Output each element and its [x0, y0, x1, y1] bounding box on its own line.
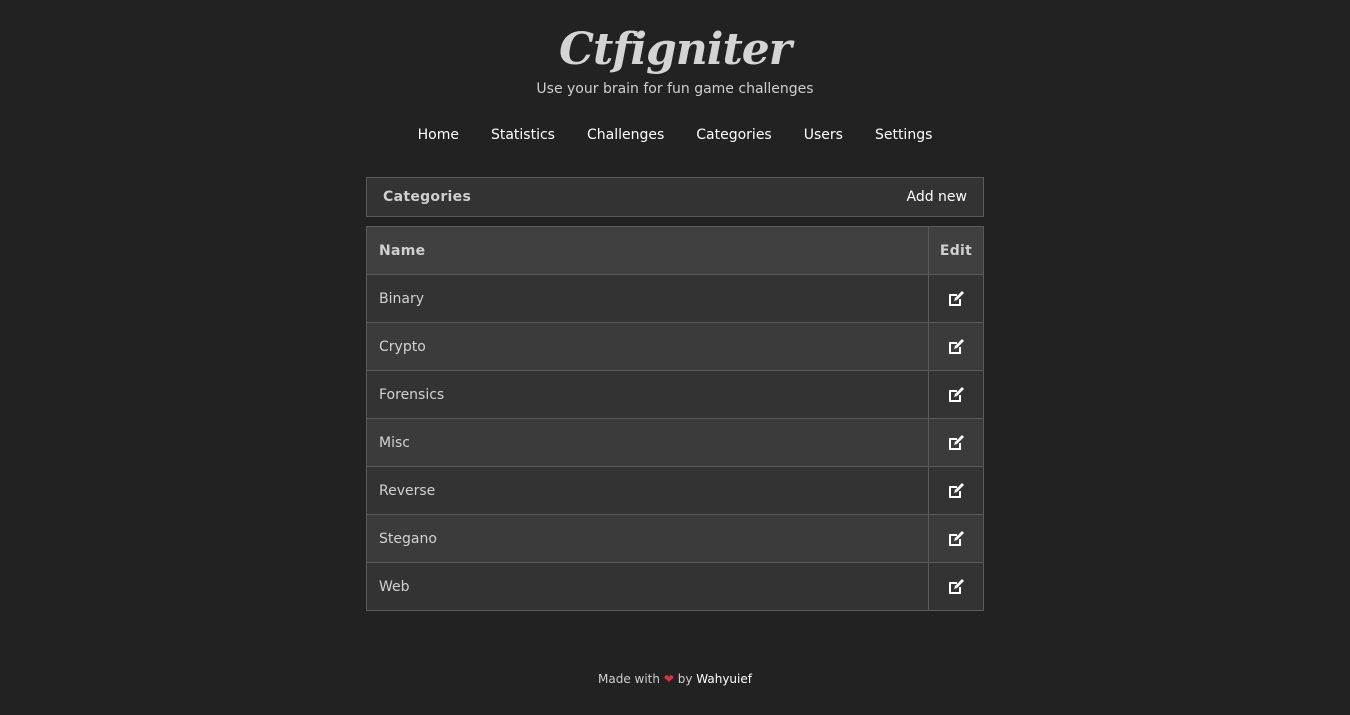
edit-cell — [928, 274, 984, 323]
main-content: Categories Add new Name Edit Binary Cryp… — [366, 177, 984, 611]
nav-item-statistics[interactable]: Statistics — [491, 127, 555, 143]
table-row: Forensics — [366, 370, 984, 419]
author-link[interactable]: Wahyuief — [696, 672, 752, 686]
category-name: Web — [366, 562, 929, 611]
edit-cell — [928, 514, 984, 563]
add-new-button[interactable]: Add new — [907, 189, 968, 205]
table-header-row: Name Edit — [366, 226, 984, 275]
table-row: Web — [366, 562, 984, 611]
site-tagline: Use your brain for fun game challenges — [536, 81, 814, 97]
edit-cell — [928, 370, 984, 419]
edit-icon[interactable] — [946, 385, 966, 405]
edit-cell — [928, 562, 984, 611]
nav-item-categories[interactable]: Categories — [696, 127, 771, 143]
table-row: Reverse — [366, 466, 984, 515]
category-name: Reverse — [366, 466, 929, 515]
footer-made-with: Made with — [598, 672, 660, 686]
nav-item-users[interactable]: Users — [804, 127, 843, 143]
main-nav: Home Statistics Challenges Categories Us… — [0, 127, 1350, 143]
edit-icon[interactable] — [946, 577, 966, 597]
category-name: Stegano — [366, 514, 929, 563]
category-name: Crypto — [366, 322, 929, 371]
category-name: Forensics — [366, 370, 929, 419]
table-row: Misc — [366, 418, 984, 467]
footer-by: by — [677, 672, 693, 686]
table-row: Stegano — [366, 514, 984, 563]
edit-icon[interactable] — [946, 481, 966, 501]
column-header-name: Name — [366, 226, 929, 275]
category-name: Binary — [366, 274, 929, 323]
edit-cell — [928, 418, 984, 467]
column-header-edit: Edit — [928, 226, 984, 275]
edit-icon[interactable] — [946, 529, 966, 549]
site-footer: Made with ❤ by Wahyuief — [0, 672, 1350, 686]
category-name: Misc — [366, 418, 929, 467]
edit-icon[interactable] — [946, 433, 966, 453]
nav-item-settings[interactable]: Settings — [875, 127, 932, 143]
edit-cell — [928, 322, 984, 371]
categories-table: Name Edit Binary Crypto Forensics Misc R… — [366, 226, 984, 611]
table-row: Crypto — [366, 322, 984, 371]
site-logo[interactable]: Ctfigniter — [559, 22, 792, 78]
edit-icon[interactable] — [946, 337, 966, 357]
nav-item-home[interactable]: Home — [418, 127, 459, 143]
panel-title: Categories — [383, 189, 472, 205]
edit-cell — [928, 466, 984, 515]
nav-item-challenges[interactable]: Challenges — [587, 127, 664, 143]
site-header: Ctfigniter Use your brain for fun game c… — [0, 0, 1350, 97]
categories-panel-header: Categories Add new — [366, 177, 984, 217]
heart-icon: ❤ — [663, 672, 674, 686]
table-row: Binary — [366, 274, 984, 323]
edit-icon[interactable] — [946, 289, 966, 309]
